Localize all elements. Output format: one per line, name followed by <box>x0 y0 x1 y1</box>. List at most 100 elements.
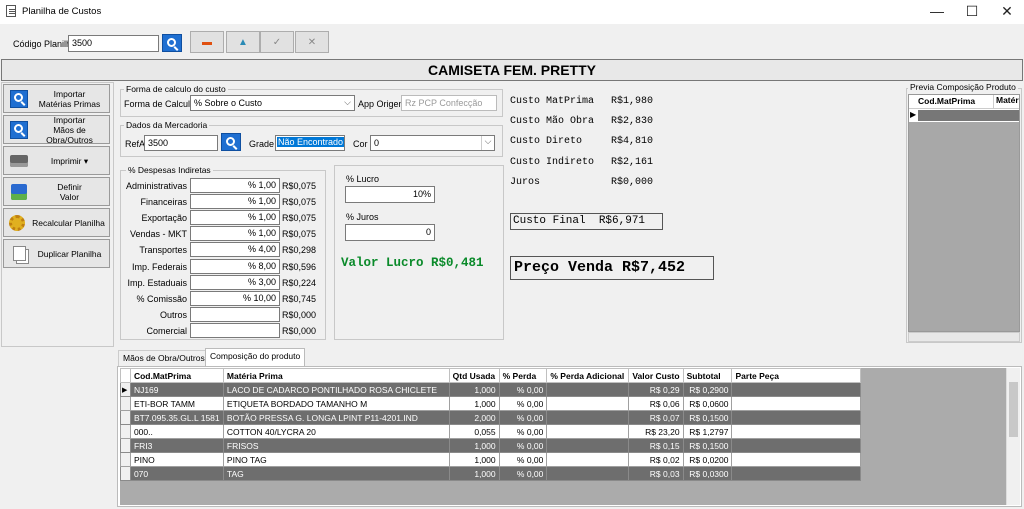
grid-cell[interactable]: R$ 0,0300 <box>682 466 733 481</box>
grid-cell[interactable]: % 0,00 <box>498 452 548 467</box>
despesa-pct-input[interactable]: % 1,00 <box>190 210 280 226</box>
tab-maos-obra[interactable]: Mãos de Obra/Outros <box>118 350 210 366</box>
close-button[interactable]: ✕ <box>990 0 1024 24</box>
grid-header[interactable]: Matéria Prima <box>222 368 450 383</box>
grid-header[interactable]: % Perda Adicional <box>546 368 630 383</box>
app-origem-input[interactable]: Rz PCP Confecção <box>401 95 497 111</box>
grid-cell[interactable]: % 0,00 <box>498 424 548 439</box>
imprimir-button[interactable]: Imprimir ▾ <box>3 146 110 175</box>
previa-scrollbar[interactable] <box>908 332 1020 342</box>
importar-materias-button[interactable]: Importar Matérias Primas <box>3 84 110 113</box>
grid-cell[interactable]: R$ 0,03 <box>628 466 684 481</box>
grid-cell[interactable]: 1,000 <box>448 438 500 453</box>
cor-select[interactable]: 0 ⌵ <box>370 135 495 151</box>
grid-row[interactable]: 070 TAG 1,000% 0,00 R$ 0,03 R$ 0,0300 <box>120 466 861 481</box>
grid-cell[interactable]: R$ 1,2797 <box>682 424 733 439</box>
grid-row[interactable]: ▶ NJ169 LACO DE CADARCO PONTILHADO ROSA CH… <box>120 382 861 397</box>
grid-cell[interactable]: LACO DE CADARCO PONTILHADO ROSA CHICLETE <box>222 382 450 397</box>
scrollbar-thumb[interactable] <box>1009 382 1018 437</box>
grid-cell[interactable]: % 0,00 <box>498 382 548 397</box>
grid-header[interactable]: % Perda <box>498 368 548 383</box>
grid-cell[interactable]: 0,055 <box>448 424 500 439</box>
despesa-pct-input[interactable]: % 4,00 <box>190 242 280 258</box>
despesa-pct-input[interactable]: % 8,00 <box>190 258 280 274</box>
grid-cell[interactable]: FRISOS <box>222 438 450 453</box>
definir-valor-button[interactable]: Definir Valor <box>3 177 110 206</box>
grid-cell[interactable]: ETIQUETA BORDADO TAMANHO M <box>222 396 450 411</box>
move-up-button[interactable]: ▲ <box>226 31 260 53</box>
duplicar-button[interactable]: Duplicar Planilha <box>3 239 110 268</box>
grid-row[interactable]: BT7.095.35.GL.L 1581 BOTÃO PRESSA G. LONG… <box>120 410 861 425</box>
despesa-pct-input[interactable]: % 3,00 <box>190 274 280 290</box>
grid-cell[interactable] <box>731 424 861 439</box>
grid-cell[interactable]: R$ 0,06 <box>628 396 684 411</box>
grid-cell[interactable]: 1,000 <box>448 452 500 467</box>
grid-cell[interactable]: PINO <box>129 452 224 467</box>
grid-row[interactable]: ETI-BOR TAMM ETIQUETA BORDADO TAMANHO M 1,… <box>120 396 861 411</box>
despesa-pct-input[interactable]: % 1,00 <box>190 194 280 210</box>
grid-cell[interactable]: R$ 0,07 <box>628 410 684 425</box>
search-planilha-button[interactable] <box>162 34 182 52</box>
cancel-button[interactable]: ✕ <box>295 31 329 53</box>
despesa-pct-input[interactable]: % 10,00 <box>190 290 280 306</box>
minimize-button[interactable]: — <box>920 0 954 24</box>
despesa-pct-input[interactable]: % 1,00 <box>190 226 280 242</box>
grid-cell[interactable]: 1,000 <box>448 466 500 481</box>
grid-cell[interactable]: % 0,00 <box>498 438 548 453</box>
grid-cell[interactable]: % 0,00 <box>498 466 548 481</box>
grid-cell[interactable]: BOTÃO PRESSA G. LONGA LPINT P11-4201.IND <box>222 410 450 425</box>
grid-cell[interactable] <box>731 382 861 397</box>
delete-button[interactable]: ▬ <box>190 31 224 53</box>
grid-cell[interactable] <box>731 396 861 411</box>
grid-cell[interactable]: 2,000 <box>448 410 500 425</box>
grid-cell[interactable]: 070 <box>129 466 224 481</box>
forma-select[interactable]: % Sobre o Custo ⌵ <box>190 95 355 111</box>
grid-row[interactable]: PINO PINO TAG 1,000% 0,00 R$ 0,02 R$ 0,0200 <box>120 452 861 467</box>
grid-row[interactable]: FRI3 FRISOS 1,000% 0,00 R$ 0,15 R$ 0,1500 <box>120 438 861 453</box>
grid-scrollbar[interactable] <box>1006 368 1020 505</box>
grid-cell[interactable]: % 0,00 <box>498 410 548 425</box>
grid-cell[interactable]: R$ 0,0600 <box>682 396 733 411</box>
grid-cell[interactable]: BT7.095.35.GL.L 1581 <box>129 410 224 425</box>
despesa-pct-input[interactable] <box>190 322 280 338</box>
grid-cell[interactable] <box>546 396 630 411</box>
search-ref-button[interactable] <box>221 133 241 151</box>
grid-cell[interactable]: R$ 23,20 <box>628 424 684 439</box>
grid-header[interactable]: Qtd Usada <box>448 368 500 383</box>
despesa-pct-input[interactable]: % 1,00 <box>190 178 280 193</box>
confirm-button[interactable]: ✓ <box>260 31 294 53</box>
grid-header[interactable]: Subtotal <box>682 368 733 383</box>
grid-cell[interactable]: R$ 0,2900 <box>682 382 733 397</box>
grid-cell[interactable] <box>546 424 630 439</box>
previa-grid[interactable]: Cod.MatPrima Matér ▶ <box>908 94 1020 332</box>
grid-header[interactable]: Parte Peça <box>731 368 861 383</box>
grid-cell[interactable]: R$ 0,15 <box>628 438 684 453</box>
grid-cell[interactable] <box>731 466 861 481</box>
grid-header[interactable]: Valor Custo <box>628 368 684 383</box>
grid-cell[interactable]: R$ 0,02 <box>628 452 684 467</box>
grid-cell[interactable] <box>546 466 630 481</box>
grid-cell[interactable]: R$ 0,0200 <box>682 452 733 467</box>
grid-cell[interactable]: 1,000 <box>448 396 500 411</box>
composicao-grid[interactable]: Cod.MatPrima Matéria Prima Qtd Usada% Perd… <box>120 368 1006 505</box>
grid-cell[interactable]: 000.. <box>129 424 224 439</box>
grid-cell[interactable]: PINO TAG <box>222 452 450 467</box>
importar-maos-button[interactable]: Importar Mãos de Obra/Outros <box>3 115 110 145</box>
grid-cell[interactable]: R$ 0,1500 <box>682 410 733 425</box>
grid-cell[interactable] <box>546 382 630 397</box>
recalcular-button[interactable]: Recalcular Planilha <box>3 208 110 237</box>
grid-cell[interactable]: FRI3 <box>129 438 224 453</box>
grid-cell[interactable]: R$ 0,29 <box>628 382 684 397</box>
grid-cell[interactable]: % 0,00 <box>498 396 548 411</box>
grid-cell[interactable]: COTTON 40/LYCRA 20 <box>222 424 450 439</box>
grid-row[interactable]: 000.. COTTON 40/LYCRA 20 0,055% 0,00 R$ 23,… <box>120 424 861 439</box>
grid-cell[interactable]: TAG <box>222 466 450 481</box>
grid-cell[interactable] <box>731 452 861 467</box>
codigo-planilha-input[interactable]: 3500 <box>68 35 159 52</box>
grid-cell[interactable]: ETI-BOR TAMM <box>129 396 224 411</box>
grid-cell[interactable] <box>546 410 630 425</box>
previa-row[interactable] <box>918 110 1019 121</box>
despesa-pct-input[interactable] <box>190 306 280 322</box>
grid-cell[interactable] <box>546 452 630 467</box>
grid-cell[interactable] <box>731 438 861 453</box>
